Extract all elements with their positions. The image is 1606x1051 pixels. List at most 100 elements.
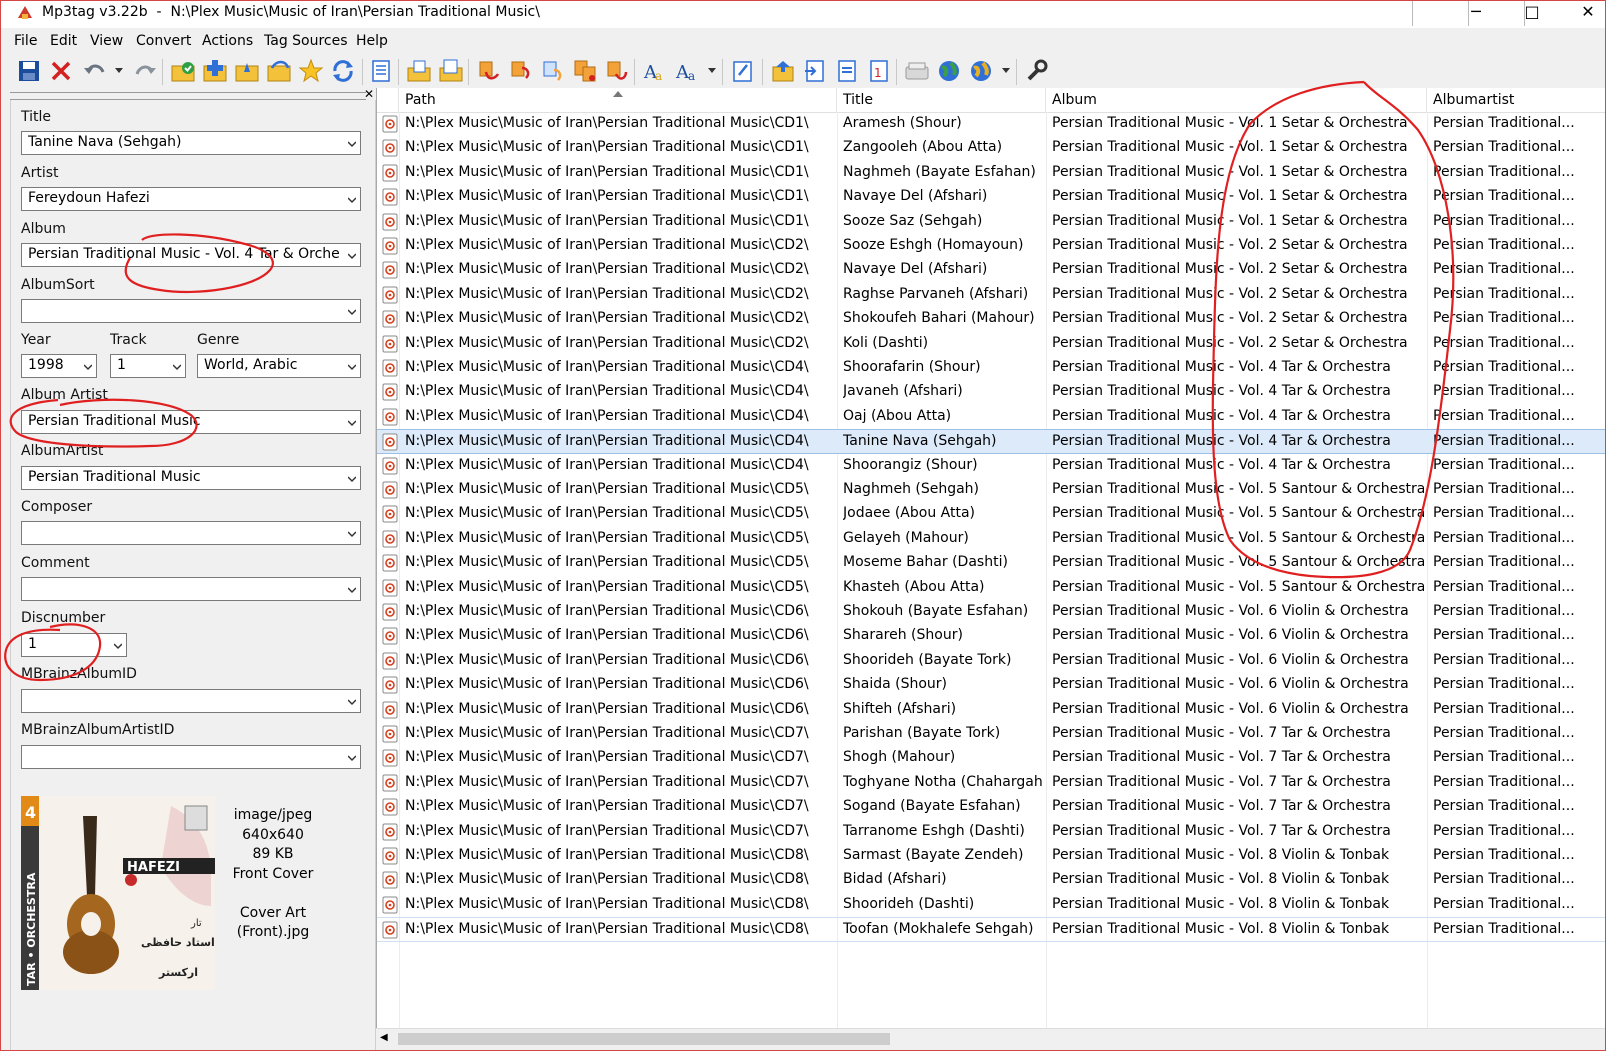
table-row[interactable]: N:\Plex Music\Music of Iran\Persian Trad… [377, 307, 1606, 331]
album-artist-field[interactable]: Persian Traditional Music [21, 410, 361, 434]
export-config-icon[interactable] [438, 58, 464, 84]
playlist-icon[interactable] [770, 58, 796, 84]
menu-actions[interactable]: Actions [202, 33, 253, 49]
chevron-down-icon[interactable] [348, 363, 356, 371]
filename-filename-icon[interactable] [604, 58, 630, 84]
table-row[interactable]: N:\Plex Music\Music of Iran\Persian Trad… [377, 185, 1606, 209]
undo-dropdown-icon[interactable] [115, 68, 123, 73]
table-row[interactable]: N:\Plex Music\Music of Iran\Persian Trad… [377, 576, 1606, 600]
table-row[interactable]: N:\Plex Music\Music of Iran\Persian Trad… [377, 112, 1606, 136]
table-row[interactable]: N:\Plex Music\Music of Iran\Persian Trad… [377, 380, 1606, 404]
table-row[interactable]: N:\Plex Music\Music of Iran\Persian Trad… [377, 136, 1606, 160]
table-row[interactable]: N:\Plex Music\Music of Iran\Persian Trad… [377, 868, 1606, 892]
chevron-down-icon[interactable] [348, 475, 356, 483]
remove-tag-icon[interactable] [48, 58, 74, 84]
composer-field[interactable] [21, 521, 361, 545]
menu-file[interactable]: File [14, 33, 37, 49]
favorite-icon[interactable] [298, 58, 324, 84]
menu-edit[interactable]: Edit [50, 33, 77, 49]
menu-convert[interactable]: Convert [136, 33, 191, 49]
table-row[interactable]: N:\Plex Music\Music of Iran\Persian Trad… [377, 844, 1606, 868]
chevron-down-icon[interactable] [348, 140, 356, 148]
menu-view[interactable]: View [90, 33, 123, 49]
track-field[interactable]: 1 [110, 354, 186, 378]
import-icon[interactable] [802, 58, 828, 84]
table-row[interactable]: N:\Plex Music\Music of Iran\Persian Trad… [377, 698, 1606, 722]
quick-actions-dropdown-icon[interactable] [708, 68, 716, 73]
chevron-down-icon[interactable] [173, 363, 181, 371]
table-row[interactable]: N:\Plex Music\Music of Iran\Persian Trad… [377, 210, 1606, 234]
albumsort-field[interactable] [21, 299, 361, 323]
chevron-down-icon[interactable] [348, 196, 356, 204]
refresh-icon[interactable] [330, 58, 356, 84]
table-row[interactable]: N:\Plex Music\Music of Iran\Persian Trad… [377, 551, 1606, 575]
scroll-left-icon[interactable]: ◀ [380, 1032, 388, 1043]
table-row[interactable]: N:\Plex Music\Music of Iran\Persian Trad… [377, 478, 1606, 502]
web-sources-dropdown-icon[interactable] [1002, 68, 1010, 73]
table-row[interactable]: N:\Plex Music\Music of Iran\Persian Trad… [377, 161, 1606, 185]
year-field[interactable]: 1998 [21, 354, 97, 378]
panel-close-icon[interactable]: ✕ [364, 87, 374, 101]
autonumber-icon[interactable]: 1 [866, 58, 892, 84]
table-row[interactable]: N:\Plex Music\Music of Iran\Persian Trad… [377, 600, 1606, 624]
table-row[interactable]: N:\Plex Music\Music of Iran\Persian Trad… [377, 722, 1606, 746]
text-file-tag-icon[interactable] [540, 58, 566, 84]
close-button[interactable]: ✕ [1560, 0, 1606, 28]
comment-field[interactable] [21, 577, 361, 601]
table-row[interactable]: N:\Plex Music\Music of Iran\Persian Trad… [377, 917, 1606, 942]
genre-field[interactable]: World, Arabic [197, 354, 361, 378]
table-row[interactable]: N:\Plex Music\Music of Iran\Persian Trad… [377, 332, 1606, 356]
chevron-down-icon[interactable] [84, 363, 92, 371]
table-row[interactable]: N:\Plex Music\Music of Iran\Persian Trad… [377, 454, 1606, 478]
extended-tags-icon[interactable] [730, 58, 756, 84]
chevron-down-icon[interactable] [114, 642, 122, 650]
chevron-down-icon[interactable] [348, 530, 356, 538]
export-icon[interactable] [406, 58, 432, 84]
maximize-button[interactable]: □ [1504, 0, 1560, 28]
chevron-down-icon[interactable] [348, 586, 356, 594]
artist-field[interactable]: Fereydoun Hafezi [21, 187, 361, 211]
open-folder-icon[interactable] [234, 58, 260, 84]
scrollbar-thumb[interactable] [398, 1033, 890, 1045]
table-row[interactable]: N:\Plex Music\Music of Iran\Persian Trad… [377, 258, 1606, 282]
table-row[interactable]: N:\Plex Music\Music of Iran\Persian Trad… [377, 673, 1606, 697]
chevron-down-icon[interactable] [348, 698, 356, 706]
actions-icon[interactable]: Aa [642, 58, 668, 84]
table-row[interactable]: N:\Plex Music\Music of Iran\Persian Trad… [377, 649, 1606, 673]
options-icon[interactable] [1024, 58, 1050, 84]
header-icon-column[interactable] [377, 88, 399, 112]
table-row[interactable]: N:\Plex Music\Music of Iran\Persian Trad… [377, 893, 1606, 917]
table-row[interactable]: N:\Plex Music\Music of Iran\Persian Trad… [377, 405, 1606, 429]
reload-folder-icon[interactable] [266, 58, 292, 84]
table-row[interactable]: N:\Plex Music\Music of Iran\Persian Trad… [377, 356, 1606, 380]
menu-tag-sources[interactable]: Tag Sources [264, 33, 348, 49]
header-album[interactable]: Album [1046, 88, 1427, 112]
table-row[interactable]: N:\Plex Music\Music of Iran\Persian Trad… [377, 527, 1606, 551]
table-row[interactable]: N:\Plex Music\Music of Iran\Persian Trad… [377, 502, 1606, 526]
mbrainz-album-id-field[interactable] [21, 689, 361, 713]
chevron-down-icon[interactable] [348, 252, 356, 260]
album-field[interactable]: Persian Traditional Music - Vol. 4 Tar &… [21, 243, 361, 267]
minimize-button[interactable]: ─ [1448, 0, 1504, 28]
change-directory-icon[interactable] [170, 58, 196, 84]
freedb-icon[interactable] [904, 58, 930, 84]
menu-help[interactable]: Help [356, 33, 388, 49]
table-row[interactable]: N:\Plex Music\Music of Iran\Persian Trad… [377, 234, 1606, 258]
save-icon[interactable] [16, 58, 42, 84]
cover-art-image[interactable]: 4 TAR • ORCHESTRA HAFEZI تار استاد حافظی… [21, 796, 215, 990]
web-sources-icon[interactable] [968, 58, 994, 84]
web-sources-icon[interactable] [936, 58, 962, 84]
table-row[interactable]: N:\Plex Music\Music of Iran\Persian Trad… [377, 746, 1606, 770]
table-row[interactable]: N:\Plex Music\Music of Iran\Persian Trad… [377, 795, 1606, 819]
tag-panel-icon[interactable] [368, 58, 394, 84]
convert-icon[interactable] [834, 58, 860, 84]
title-field[interactable]: Tanine Nava (Sehgah) [21, 131, 361, 155]
quick-actions-icon[interactable]: Aa [674, 58, 700, 84]
table-row[interactable]: N:\Plex Music\Music of Iran\Persian Trad… [377, 429, 1606, 454]
table-row[interactable]: N:\Plex Music\Music of Iran\Persian Trad… [377, 283, 1606, 307]
panel-grip[interactable] [10, 92, 366, 100]
chevron-down-icon[interactable] [348, 419, 356, 427]
horizontal-scrollbar[interactable]: ◀ [376, 1028, 1606, 1051]
table-row[interactable]: N:\Plex Music\Music of Iran\Persian Trad… [377, 820, 1606, 844]
chevron-down-icon[interactable] [348, 754, 356, 762]
